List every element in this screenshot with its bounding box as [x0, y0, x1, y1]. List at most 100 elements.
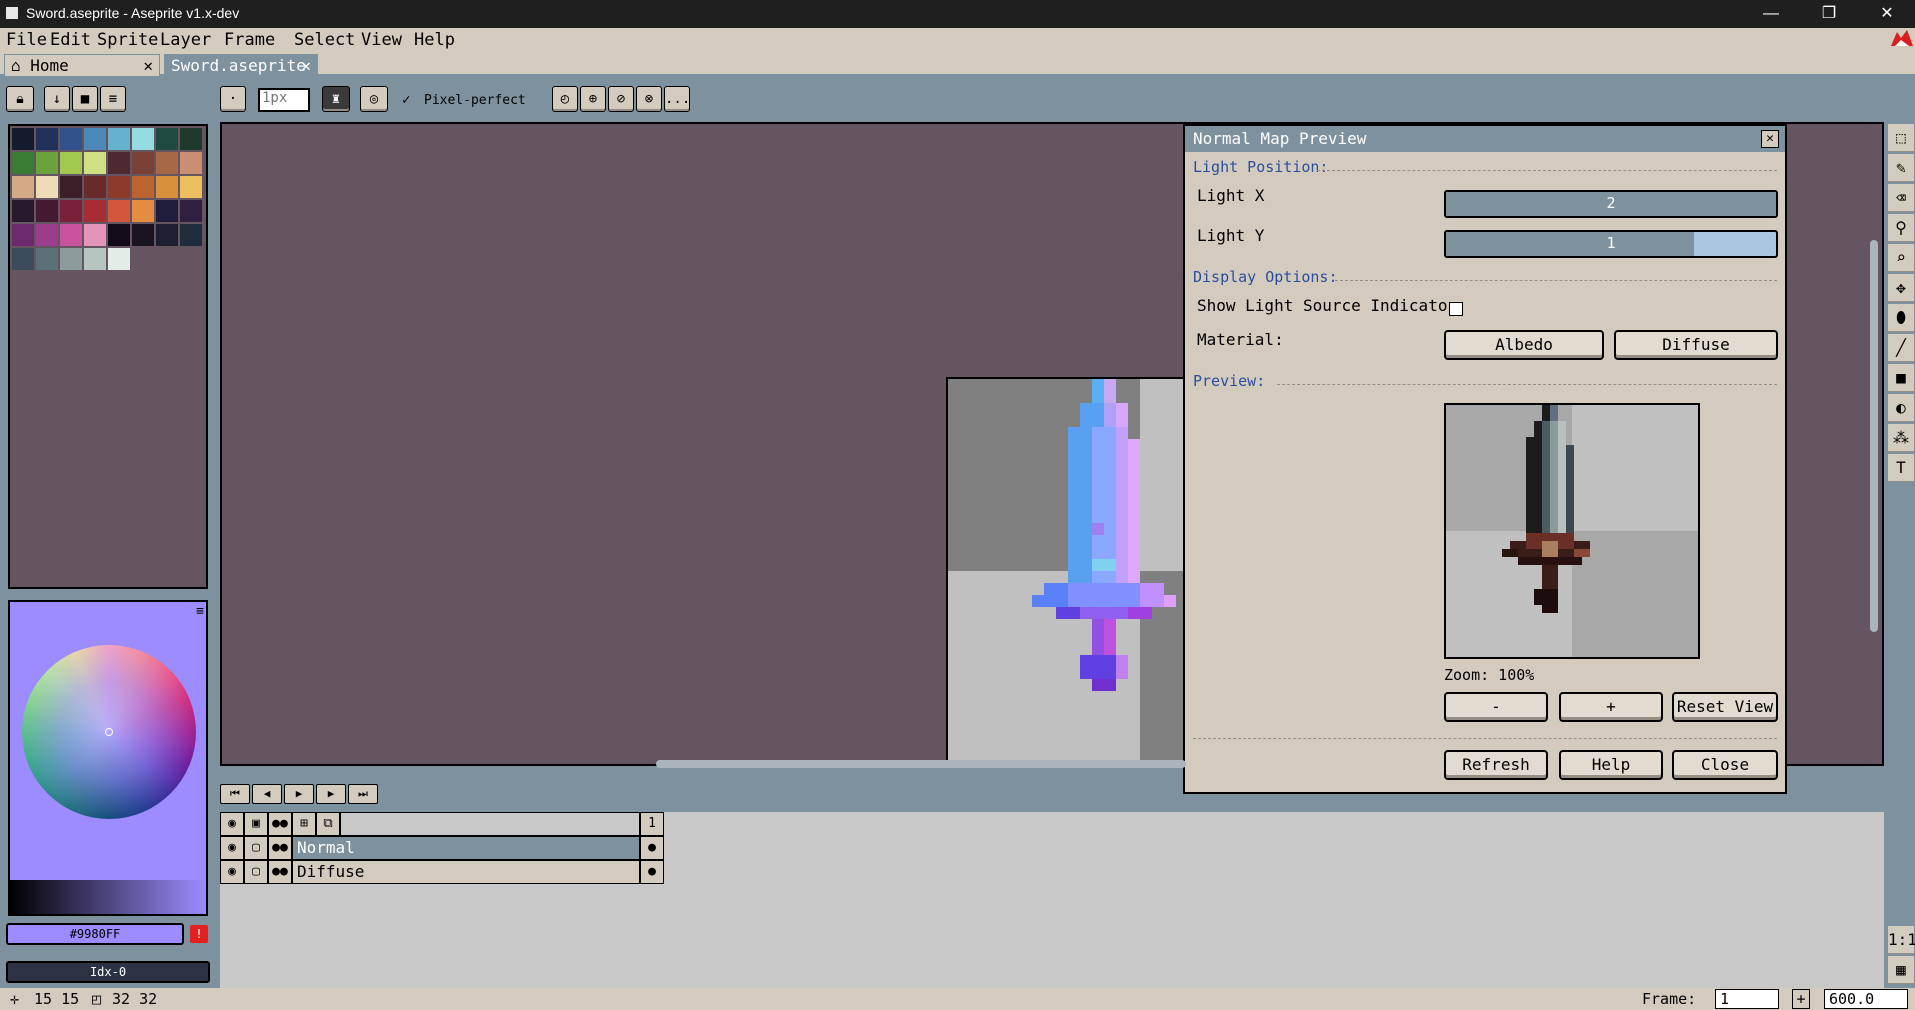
tab-sword-close-button[interactable]: ✕	[301, 56, 311, 75]
palette-swatch[interactable]	[36, 176, 58, 198]
frames-icon[interactable]: ⧉	[316, 812, 340, 836]
actual-size-icon[interactable]: 1:1	[1888, 926, 1915, 954]
palette-swatch[interactable]	[36, 224, 58, 246]
frame-input[interactable]: 1	[1715, 989, 1779, 1009]
spray-icon[interactable]: ⁂	[1888, 424, 1914, 452]
zoom-icon[interactable]: ⌕	[1888, 244, 1914, 272]
cel-dot-icon[interactable]: ●	[640, 860, 664, 884]
palette-swatch[interactable]	[12, 176, 34, 198]
cel-dot-icon[interactable]: ●	[640, 836, 664, 860]
palette-swatch[interactable]	[60, 200, 82, 222]
timeline-toggle-icon[interactable]: ▦	[1888, 956, 1914, 984]
unlock-icon[interactable]: ▢	[244, 836, 268, 860]
palette-swatch[interactable]	[60, 128, 82, 150]
tab-home[interactable]: ⌂ Home ✕	[4, 54, 160, 76]
rectangle-icon[interactable]: ■	[1888, 364, 1914, 392]
palette-swatch[interactable]	[84, 200, 106, 222]
symmetry-button[interactable]: ◴	[552, 86, 578, 112]
palette-swatch[interactable]	[84, 128, 106, 150]
palette-swatch[interactable]	[132, 176, 154, 198]
palette-swatch[interactable]	[36, 200, 58, 222]
palette-swatch[interactable]	[108, 200, 130, 222]
palette-swatch[interactable]	[60, 152, 82, 174]
light-y-slider[interactable]: 1	[1444, 230, 1778, 258]
palette-swatch[interactable]	[180, 128, 202, 150]
unlock-icon[interactable]: ▢	[244, 860, 268, 884]
palette-swatch[interactable]	[132, 152, 154, 174]
menu-select[interactable]: Select	[294, 30, 355, 50]
menu-layer[interactable]: Layer	[160, 30, 211, 50]
dialog-close-button[interactable]: ✕	[1761, 130, 1779, 148]
palette-swatch[interactable]	[60, 176, 82, 198]
eye-icon[interactable]: ◉	[220, 860, 244, 884]
palette-swatch[interactable]	[36, 128, 58, 150]
light-x-slider[interactable]: 2	[1444, 190, 1778, 218]
sort-palette-button[interactable]: ↓	[44, 86, 70, 112]
wheel-options-icon[interactable]: ≡	[196, 604, 204, 619]
palette-swatch[interactable]	[36, 248, 58, 270]
palette-swatch[interactable]	[156, 176, 178, 198]
continuous-icon[interactable]: ●●	[268, 836, 292, 860]
layer-name[interactable]: Diffuse	[292, 860, 640, 884]
eye-icon[interactable]: ◉	[220, 812, 244, 836]
palette-swatch[interactable]	[12, 224, 34, 246]
preview-canvas[interactable]	[1444, 403, 1700, 659]
color-wheel[interactable]	[22, 645, 196, 819]
group-icon[interactable]: ⊞	[292, 812, 316, 836]
hex-color-field[interactable]: #9980FF	[6, 923, 184, 945]
reset-view-button[interactable]: Reset View	[1672, 692, 1778, 722]
palette-swatch[interactable]	[108, 152, 130, 174]
text-icon[interactable]: T	[1888, 454, 1914, 482]
palette-swatch[interactable]	[108, 224, 130, 246]
zoom-in-button[interactable]: +	[1559, 692, 1663, 722]
palette-swatch[interactable]	[12, 128, 34, 150]
palette-swatch[interactable]	[108, 128, 130, 150]
fill-icon[interactable]: ⬮	[1888, 304, 1914, 332]
zoom-out-button[interactable]: -	[1444, 692, 1548, 722]
more-options-button[interactable]: ...	[664, 86, 690, 112]
menu-help[interactable]: Help	[414, 30, 455, 50]
palette-swatch[interactable]	[132, 224, 154, 246]
palette-swatch[interactable]	[180, 176, 202, 198]
palette-swatch[interactable]	[180, 200, 202, 222]
albedo-button[interactable]: Albedo	[1444, 330, 1604, 360]
brush-type-button[interactable]: ·	[220, 86, 246, 112]
palette-swatch[interactable]	[84, 176, 106, 198]
palette-swatch[interactable]	[180, 224, 202, 246]
play-button[interactable]: ▶	[284, 784, 314, 804]
maximize-button[interactable]: ❐	[1806, 2, 1852, 26]
warning-icon[interactable]: !	[190, 925, 208, 943]
pixel-perfect-checkbox[interactable]: ✓	[402, 92, 418, 108]
palette-swatch[interactable]	[84, 248, 106, 270]
blur-icon[interactable]: ◐	[1888, 394, 1914, 422]
opacity-button[interactable]: ◎	[360, 86, 388, 112]
ink-button[interactable]: ♜	[322, 86, 350, 112]
palette-swatch[interactable]	[180, 152, 202, 174]
minimize-button[interactable]: —	[1748, 2, 1794, 26]
menu-view[interactable]: View	[361, 30, 402, 50]
horizontal-scrollbar[interactable]	[656, 760, 1186, 768]
zoom-input[interactable]: 600.0	[1824, 989, 1908, 1009]
palette-swatch[interactable]	[84, 152, 106, 174]
palette-swatch[interactable]	[156, 128, 178, 150]
layer-name[interactable]: Normal	[292, 836, 640, 860]
pressure-angle-button[interactable]: ⊘	[608, 86, 634, 112]
alpha-slider[interactable]	[10, 880, 206, 914]
dynamics-button[interactable]: ⊗	[636, 86, 662, 112]
help-button[interactable]: Help	[1559, 750, 1663, 780]
pencil-icon[interactable]: ✎	[1888, 154, 1914, 182]
show-indicator-checkbox[interactable]	[1449, 302, 1463, 316]
palette-swatch[interactable]	[84, 224, 106, 246]
move-icon[interactable]: ✥	[1888, 274, 1914, 302]
palette-swatch[interactable]	[132, 128, 154, 150]
menu-frame[interactable]: Frame	[224, 30, 275, 50]
diffuse-button[interactable]: Diffuse	[1614, 330, 1778, 360]
palette-swatch[interactable]	[60, 224, 82, 246]
eyedropper-icon[interactable]: ⚲	[1888, 214, 1914, 242]
layer-row-normal[interactable]: ◉ ▢ ●● Normal ●	[220, 836, 666, 860]
eraser-icon[interactable]: ⌫	[1888, 184, 1914, 212]
menu-edit[interactable]: Edit	[50, 30, 91, 50]
tab-home-close-button[interactable]: ✕	[143, 56, 153, 75]
palette-swatch[interactable]	[12, 152, 34, 174]
pressure-size-button[interactable]: ⊕	[580, 86, 606, 112]
